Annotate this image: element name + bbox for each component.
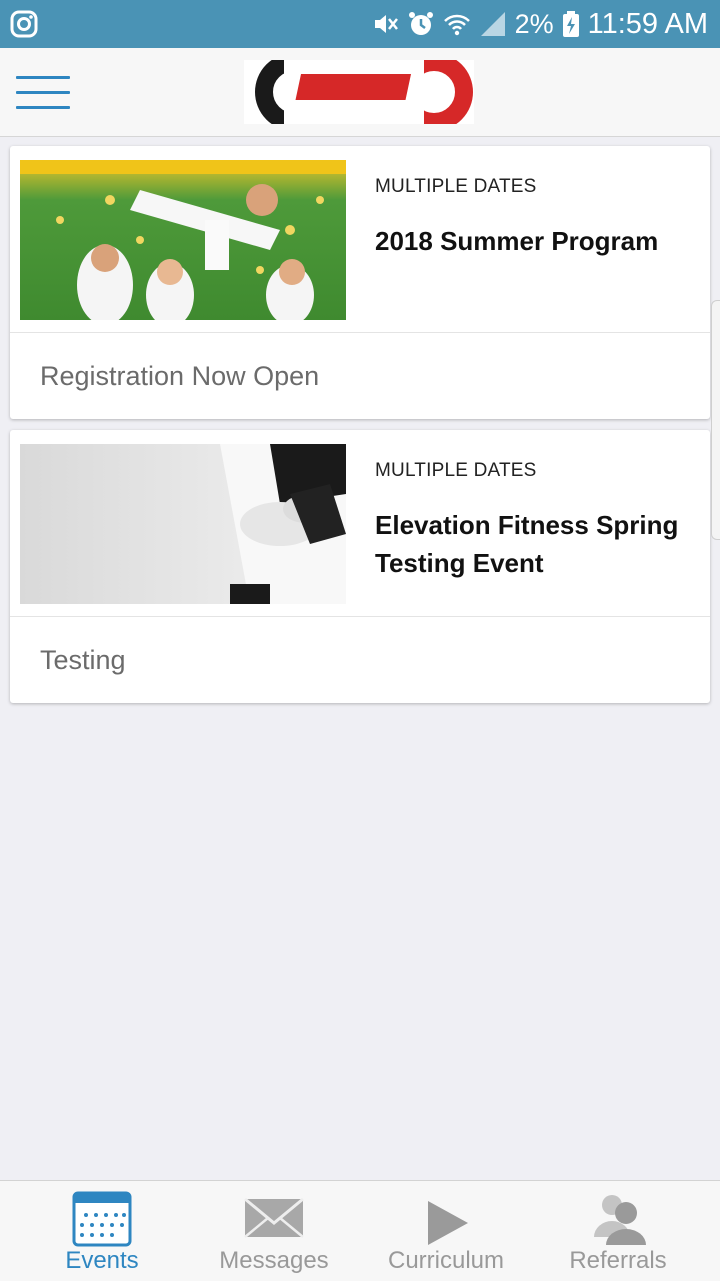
calendar-icon bbox=[72, 1187, 132, 1247]
event-card[interactable]: MULTIPLE DATES Elevation Fitness Spring … bbox=[10, 430, 710, 703]
tab-events[interactable]: Events bbox=[12, 1181, 192, 1281]
karate-logo bbox=[244, 60, 474, 124]
app-bar bbox=[0, 48, 720, 137]
status-bar: 2% 11:59 AM bbox=[0, 0, 720, 48]
event-dates: MULTIPLE DATES bbox=[375, 176, 537, 197]
event-card[interactable]: MULTIPLE DATES 2018 Summer Program Regis… bbox=[10, 146, 710, 419]
event-thumbnail-testing bbox=[20, 444, 346, 604]
event-subtitle: Registration Now Open bbox=[40, 360, 320, 391]
battery-charging-icon bbox=[562, 10, 580, 38]
bottom-tab-bar: Events Messages Curriculum Referrals bbox=[0, 1180, 720, 1281]
scroll-handle[interactable] bbox=[711, 300, 720, 540]
event-title: 2018 Summer Program bbox=[375, 226, 659, 256]
tab-referrals[interactable]: Referrals bbox=[528, 1181, 708, 1281]
play-icon bbox=[416, 1187, 476, 1247]
envelope-icon bbox=[244, 1187, 304, 1247]
wifi-icon bbox=[443, 10, 471, 38]
tab-label: Referrals bbox=[569, 1247, 667, 1274]
battery-percent: 2% bbox=[514, 8, 554, 39]
event-dates: MULTIPLE DATES bbox=[375, 460, 537, 481]
tab-label: Curriculum bbox=[387, 1247, 504, 1274]
signal-icon bbox=[479, 10, 507, 38]
tab-label: Messages bbox=[219, 1247, 329, 1274]
instagram-icon bbox=[10, 10, 38, 38]
tab-messages[interactable]: Messages bbox=[184, 1181, 364, 1281]
tab-curriculum[interactable]: Curriculum bbox=[356, 1181, 536, 1281]
clock: 11:59 AM bbox=[587, 7, 708, 40]
hamburger-menu-button[interactable] bbox=[16, 76, 70, 110]
tab-label: Events bbox=[65, 1247, 139, 1274]
mute-icon bbox=[371, 10, 399, 38]
event-title: Elevation Fitness Spring Testing Event bbox=[375, 510, 679, 578]
people-icon bbox=[588, 1187, 648, 1247]
alarm-icon bbox=[407, 10, 435, 38]
event-thumbnail-summer bbox=[20, 160, 346, 320]
event-subtitle: Testing bbox=[40, 644, 126, 675]
